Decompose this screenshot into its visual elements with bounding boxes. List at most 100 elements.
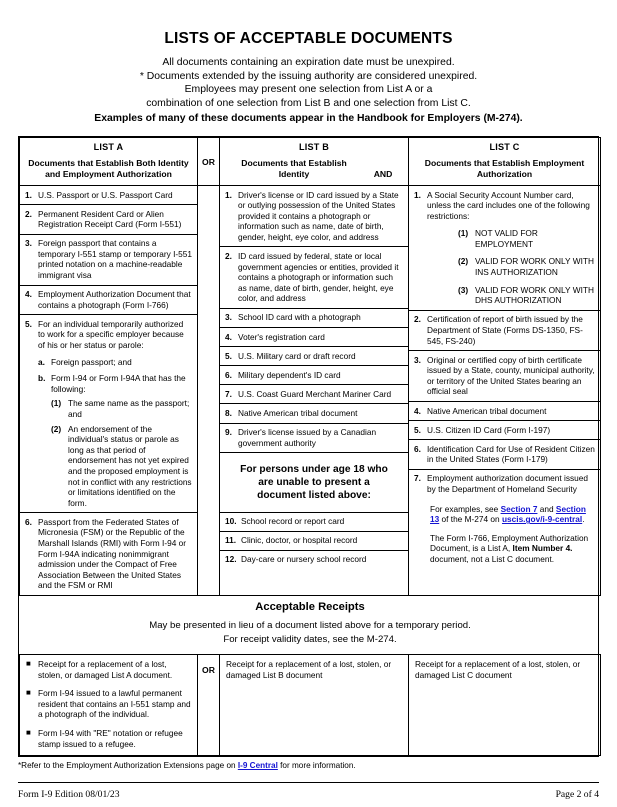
list-b-name: LIST B bbox=[299, 142, 329, 152]
item-number: 4. bbox=[225, 331, 232, 342]
item-text: Employment Authorization Document that c… bbox=[38, 289, 191, 310]
item-text: Driver's license issued by a Canadian go… bbox=[238, 427, 377, 448]
restriction-item: (3) VALID FOR WORK ONLY WITH DHS AUTHORIZ… bbox=[414, 285, 595, 306]
item-text: ID card issued by federal, state or loca… bbox=[238, 250, 399, 304]
list-b-subtitle: Documents that Establish Identity bbox=[241, 158, 347, 179]
list-item: 2. ID card issued by federal, state or lo… bbox=[220, 246, 408, 309]
sub-item-text: Form I-94 or Form I-94A that has the fol… bbox=[51, 373, 186, 394]
note-mid-2: of the M-274 on bbox=[439, 514, 502, 525]
page-footer: Form I-9 Edition 08/01/23 Page 2 of 4 bbox=[18, 789, 599, 800]
item-number: 2. bbox=[414, 314, 421, 325]
list-item: 12. Day-care or nursery school record bbox=[220, 550, 408, 569]
list-item: 10. School record or report card bbox=[220, 512, 408, 532]
list-item: 2. Permanent Resident Card or Alien Regis… bbox=[20, 204, 197, 235]
item-number: 1. bbox=[225, 189, 232, 200]
item-number: 3. bbox=[414, 354, 421, 365]
sub-item-text: Foreign passport; and bbox=[51, 356, 132, 367]
header-line-4: combination of one selection from List B… bbox=[146, 97, 471, 109]
item-text: Foreign passport that contains a tempora… bbox=[38, 238, 193, 281]
item-number: 11. bbox=[225, 535, 237, 546]
list-item: 4. Voter's registration card bbox=[220, 327, 408, 348]
bullet-text: Form I-94 issued to a lawful permanent r… bbox=[38, 688, 191, 720]
item-number: 3. bbox=[225, 312, 232, 323]
header-line-3: Employees may present one selection from… bbox=[184, 84, 433, 95]
note2-item-number: Item Number 4. bbox=[512, 543, 573, 554]
acceptable-receipts-heading: Acceptable Receipts May be presented in … bbox=[19, 595, 601, 655]
restriction-text: VALID FOR WORK ONLY WITH DHS AUTHORIZATI… bbox=[475, 284, 594, 306]
list-c-items: 1. A Social Security Account Number card,… bbox=[409, 186, 600, 569]
list-item: 6. Military dependent's ID card bbox=[220, 365, 408, 386]
item-text: Identification Card for Use of Resident … bbox=[427, 443, 595, 465]
receipts-list-b-cell: Receipt for a replacement of a lost, sto… bbox=[219, 653, 409, 757]
sub-item-number: a. bbox=[38, 356, 45, 367]
i9-central-link[interactable]: I-9 Central bbox=[238, 761, 278, 770]
list-item: 5. For an individual temporarily authoriz… bbox=[20, 314, 197, 514]
item-number: 5. bbox=[25, 318, 32, 329]
item-number: 6. bbox=[414, 443, 421, 454]
list-item: 4. Native American tribal document bbox=[409, 401, 600, 422]
item-text: A Social Security Account Number card, u… bbox=[427, 189, 590, 221]
list-b-header: LIST B Documents that Establish Identity… bbox=[219, 137, 409, 186]
sub-sub-item-text: The same name as the passport; and bbox=[68, 398, 190, 419]
item-text: Passport from the Federated States of Mi… bbox=[38, 516, 186, 591]
list-header-row: LIST A Documents that Establish Both Ide… bbox=[19, 137, 601, 186]
bullet-icon: ■ bbox=[26, 727, 31, 737]
item-text: Day-care or nursery school record bbox=[241, 554, 367, 565]
receipts-list-a-bullets: ■ Receipt for a replacement of a lost, st… bbox=[26, 659, 191, 749]
footnote-pre: *Refer to the Employment Authorization E… bbox=[18, 761, 238, 770]
list-item: 1. Driver's license or ID card issued by … bbox=[220, 186, 408, 248]
item-number: 1. bbox=[25, 189, 32, 200]
sub-sub-item-number: (2) bbox=[51, 423, 62, 434]
list-b-minor-heading-row: For persons under age 18 who are unable … bbox=[220, 452, 408, 513]
receipts-line-1: May be presented in lieu of a document l… bbox=[149, 620, 471, 631]
list-item: ■ Receipt for a replacement of a lost, st… bbox=[26, 659, 191, 680]
restriction-number: (1) bbox=[458, 228, 469, 239]
item-text: Military dependent's ID card bbox=[238, 369, 341, 380]
item-text: Voter's registration card bbox=[238, 331, 325, 342]
list-item: 4. Employment Authorization Document that… bbox=[20, 285, 197, 316]
item-number: 7. bbox=[414, 473, 421, 484]
document-header: LISTS OF ACCEPTABLE DOCUMENTS All docume… bbox=[0, 0, 617, 126]
note2-end: document, not a List C document. bbox=[430, 553, 555, 564]
list-item: 7. Employment authorization document issu… bbox=[409, 469, 600, 568]
item-number: 7. bbox=[225, 388, 232, 399]
sub-sub-item: (2) An endorsement of the individual's st… bbox=[25, 424, 192, 509]
list-a-column: 1. U.S. Passport or U.S. Passport Card 2.… bbox=[19, 185, 198, 596]
acceptable-receipts-heading-row: Acceptable Receipts May be presented in … bbox=[19, 595, 601, 655]
list-item: 7. U.S. Coast Guard Merchant Mariner Card bbox=[220, 384, 408, 405]
item-number: 10. bbox=[225, 516, 237, 527]
item-number: 1. bbox=[414, 189, 421, 200]
list-c-header: LIST C Documents that Establish Employme… bbox=[408, 137, 601, 186]
header-line-2: * Documents extended by the issuing auth… bbox=[139, 70, 478, 82]
item-text: Employment authorization document issued… bbox=[427, 473, 588, 494]
item-number: 4. bbox=[25, 289, 32, 300]
receipts-title: Acceptable Receipts bbox=[255, 601, 365, 613]
item-text: U.S. Citizen ID Card (Form I-197) bbox=[427, 424, 551, 435]
item-number: 2. bbox=[225, 250, 232, 261]
minor-heading: For persons under age 18 who are unable … bbox=[240, 463, 388, 501]
uscis-i9-central-link[interactable]: uscis.gov/i-9-central bbox=[502, 514, 582, 524]
item-number: 2. bbox=[25, 208, 32, 219]
bullet-text: Receipt for a replacement of a lost, sto… bbox=[38, 659, 173, 680]
sub-item-number: b. bbox=[38, 373, 46, 384]
list-a-name: LIST A bbox=[93, 142, 124, 152]
section-7-link[interactable]: Section 7 bbox=[501, 504, 538, 514]
list-item: 1. A Social Security Account Number card,… bbox=[409, 186, 600, 311]
footnote-post: for more information. bbox=[277, 761, 356, 770]
item-text: Driver's license or ID card issued by a … bbox=[238, 189, 399, 242]
item-number: 6. bbox=[25, 516, 32, 527]
restriction-text: NOT VALID FOR EMPLOYMENT bbox=[475, 228, 538, 249]
list-item: 3. Foreign passport that contains a tempo… bbox=[20, 234, 197, 286]
and-separator-header: AND bbox=[373, 169, 393, 179]
restriction-number: (3) bbox=[458, 284, 469, 295]
list-c-note-i766: The Form I-766, Employment Authorization… bbox=[414, 533, 595, 565]
list-c-note-examples: For examples, see Section 7 and Section … bbox=[414, 504, 595, 525]
item-text: Certification of report of birth issued … bbox=[427, 314, 583, 346]
receipts-or-separator: OR bbox=[197, 653, 220, 757]
sub-sub-item-text: An endorsement of the individual's statu… bbox=[68, 423, 192, 508]
item-number: 9. bbox=[225, 427, 232, 437]
list-body-row: 1. U.S. Passport or U.S. Passport Card 2.… bbox=[19, 185, 601, 596]
list-item: 8. Native American tribal document bbox=[220, 403, 408, 424]
bullet-text: Form I-94 with "RE" notation or refugee … bbox=[38, 727, 183, 749]
item-text: For an individual temporarily authorized… bbox=[38, 318, 184, 351]
